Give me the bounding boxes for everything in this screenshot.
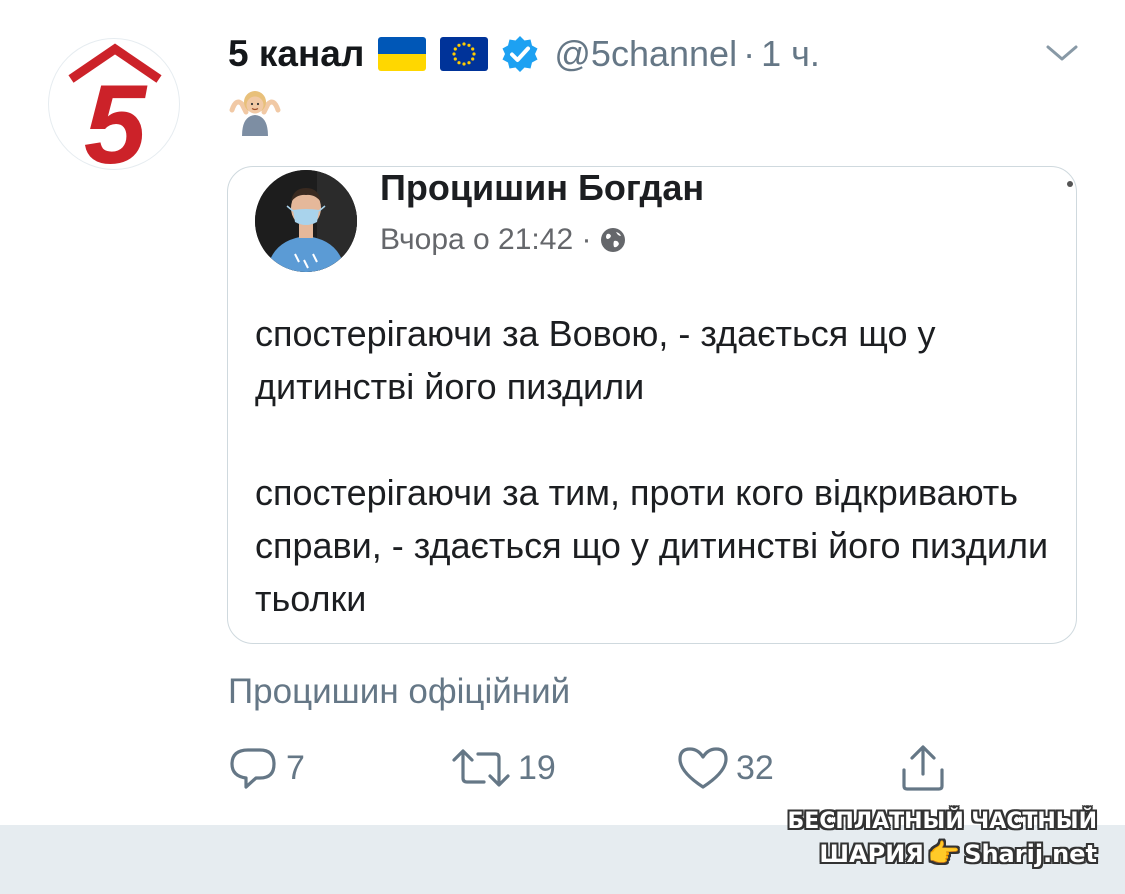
globe-icon	[599, 226, 627, 254]
watermark-line2-right: Sharij.net	[964, 840, 1097, 868]
watermark-line2-left: ШАРИЯ	[819, 840, 924, 868]
ukraine-flag-icon	[378, 37, 427, 71]
watermark-line1: БЕСПЛАТНЫЙ ЧАСТНЫЙ	[787, 809, 1097, 834]
post-paragraph: спостерігаючи за тим, проти кого відкрив…	[255, 472, 1049, 619]
reply-icon	[230, 748, 276, 789]
post-author-name[interactable]: Процишин Богдан	[380, 167, 704, 209]
like-button[interactable]: 32	[676, 744, 774, 792]
verified-badge-icon	[500, 34, 540, 74]
shrug-emoji-icon	[228, 88, 282, 136]
pointing-hand-icon: 👉	[927, 839, 961, 869]
share-button[interactable]	[898, 744, 948, 792]
profile-avatar[interactable]: 5	[48, 32, 180, 184]
retweet-count: 19	[518, 748, 556, 787]
author-name[interactable]: 5 канал	[228, 33, 364, 75]
post-paragraph: спостерігаючи за Вовою, - здається що у …	[255, 313, 936, 407]
embedded-source-label: Процишин офіційний	[228, 672, 571, 711]
watermark: БЕСПЛАТНЫЙ ЧАСТНЫЙ ШАРИЯ 👉 Sharij.net	[787, 806, 1097, 870]
eu-flag-icon	[440, 37, 489, 71]
reply-button[interactable]: 7	[228, 744, 305, 792]
share-icon	[902, 745, 944, 791]
chevron-down-icon[interactable]	[1042, 38, 1082, 68]
tweet-time[interactable]: 1 ч.	[761, 33, 820, 75]
embedded-post-card[interactable]: Процишин Богдан Вчора о 21:42 · спостері…	[227, 166, 1077, 644]
like-count: 32	[736, 748, 774, 787]
channel-5-logo: 5	[68, 43, 162, 170]
watermark-line2: ШАРИЯ 👉 Sharij.net	[787, 838, 1097, 870]
avatar-circle: 5	[48, 38, 180, 170]
retweet-button[interactable]: 19	[450, 744, 556, 792]
post-meta: Вчора о 21:42 ·	[380, 223, 627, 257]
header-separator: ·	[743, 33, 756, 74]
card-corner-dot	[1067, 181, 1073, 187]
post-body: спостерігаючи за Вовою, - здається що у …	[255, 307, 1065, 625]
tweet-actions: 7 19 32	[228, 744, 968, 796]
tweet-header: 5 канал @5channel · 1 ч.	[228, 26, 1108, 82]
author-handle[interactable]: @5channel	[554, 33, 737, 75]
retweet-icon	[452, 749, 510, 787]
reply-count: 7	[286, 748, 305, 787]
logo-digit: 5	[84, 62, 148, 170]
post-date: Вчора о 21:42 ·	[380, 223, 592, 256]
heart-icon	[678, 747, 728, 789]
post-author-avatar[interactable]	[255, 170, 357, 272]
